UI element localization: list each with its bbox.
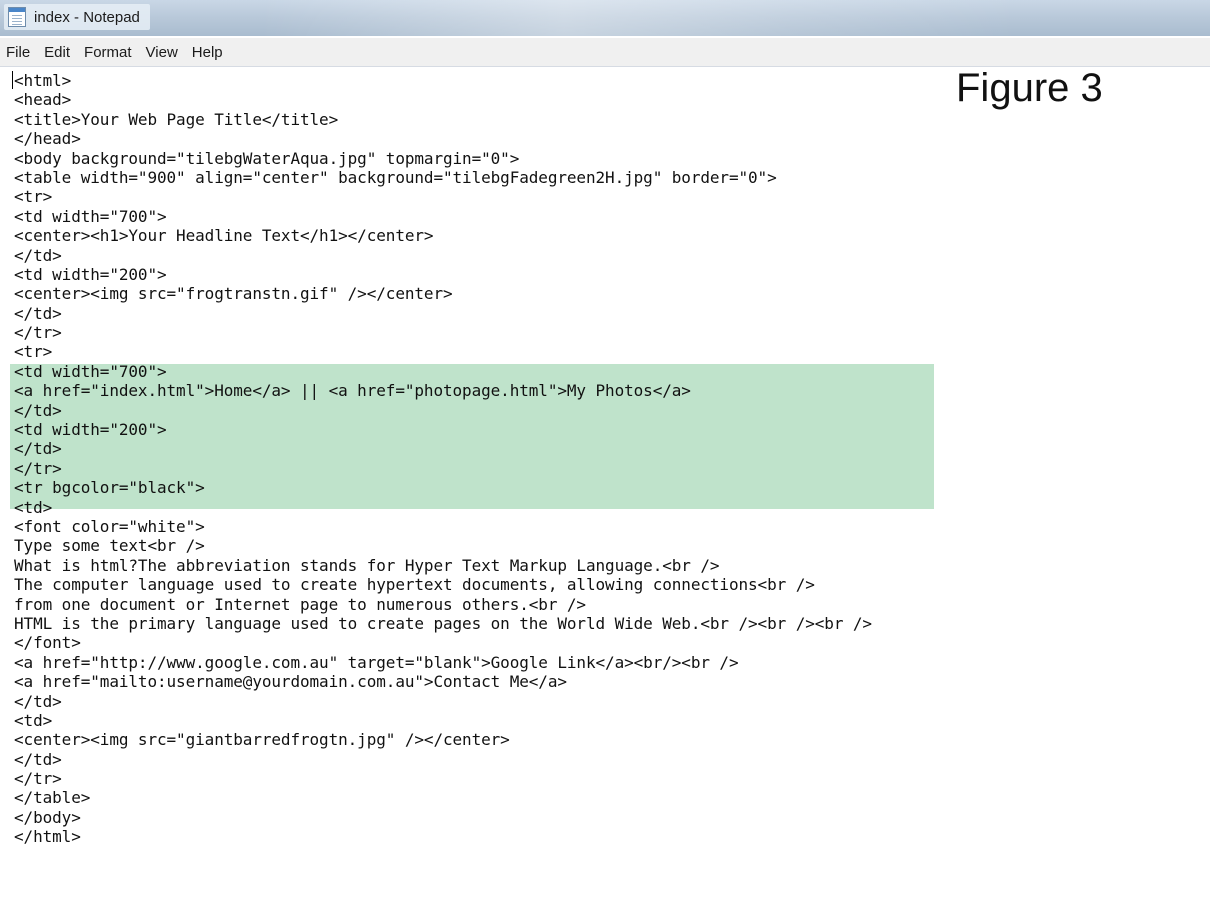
code-line[interactable]: </td>: [14, 304, 872, 323]
code-line[interactable]: <font color="white">: [14, 517, 872, 536]
code-line[interactable]: <td width="700">: [14, 362, 872, 381]
code-line[interactable]: <center><img src="frogtranstn.gif" /></c…: [14, 284, 872, 303]
code-line[interactable]: The computer language used to create hyp…: [14, 575, 872, 594]
code-line[interactable]: <tr>: [14, 187, 872, 206]
code-line[interactable]: <tr>: [14, 342, 872, 361]
text-caret: [12, 71, 13, 89]
code-line[interactable]: </td>: [14, 750, 872, 769]
code-line[interactable]: <table width="900" align="center" backgr…: [14, 168, 872, 187]
notepad-icon: [8, 7, 26, 27]
menu-view[interactable]: View: [139, 44, 185, 61]
code-line[interactable]: <tr bgcolor="black">: [14, 478, 872, 497]
code-line[interactable]: </td>: [14, 246, 872, 265]
code-line[interactable]: <a href="mailto:username@yourdomain.com.…: [14, 672, 872, 691]
title-bar-content: index - Notepad: [4, 4, 150, 30]
code-line[interactable]: <a href="http://www.google.com.au" targe…: [14, 653, 872, 672]
code-line[interactable]: </head>: [14, 129, 872, 148]
code-line[interactable]: <td width="200">: [14, 265, 872, 284]
text-editor[interactable]: <html> <head> <title>Your Web Page Title</…: [0, 67, 1210, 902]
figure-label: Figure 3: [956, 66, 1103, 110]
menu-bar: File Edit Format View Help: [0, 38, 1210, 67]
code-line[interactable]: <td>: [14, 498, 872, 517]
code-line[interactable]: from one document or Internet page to nu…: [14, 595, 872, 614]
code-line[interactable]: <td width="200">: [14, 420, 872, 439]
code-line[interactable]: </tr>: [14, 459, 872, 478]
title-bar[interactable]: index - Notepad: [0, 0, 1210, 36]
code-text[interactable]: <html> <head> <title>Your Web Page Title</…: [14, 71, 872, 847]
code-line[interactable]: </td>: [14, 692, 872, 711]
menu-file[interactable]: File: [0, 44, 37, 61]
code-line[interactable]: <title>Your Web Page Title</title>: [14, 110, 872, 129]
code-line[interactable]: <html>: [14, 71, 872, 90]
code-line[interactable]: What is html?The abbreviation stands for…: [14, 556, 872, 575]
code-line[interactable]: </tr>: [14, 323, 872, 342]
code-line[interactable]: Type some text<br />: [14, 536, 872, 555]
code-line[interactable]: <td width="700">: [14, 207, 872, 226]
code-line[interactable]: <body background="tilebgWaterAqua.jpg" t…: [14, 149, 872, 168]
code-line[interactable]: </td>: [14, 439, 872, 458]
code-line[interactable]: </font>: [14, 633, 872, 652]
code-line[interactable]: </td>: [14, 401, 872, 420]
code-line[interactable]: <a href="index.html">Home</a> || <a href…: [14, 381, 872, 400]
menu-edit[interactable]: Edit: [37, 44, 77, 61]
code-line[interactable]: </body>: [14, 808, 872, 827]
code-line[interactable]: <head>: [14, 90, 872, 109]
code-line[interactable]: </tr>: [14, 769, 872, 788]
window-title: index - Notepad: [34, 8, 140, 26]
code-line[interactable]: HTML is the primary language used to cre…: [14, 614, 872, 633]
code-line[interactable]: <td>: [14, 711, 872, 730]
code-line[interactable]: </html>: [14, 827, 872, 846]
code-line[interactable]: <center><img src="giantbarredfrogtn.jpg"…: [14, 730, 872, 749]
menu-help[interactable]: Help: [185, 44, 230, 61]
menu-format[interactable]: Format: [77, 44, 139, 61]
code-line[interactable]: <center><h1>Your Headline Text</h1></cen…: [14, 226, 872, 245]
code-line[interactable]: </table>: [14, 788, 872, 807]
